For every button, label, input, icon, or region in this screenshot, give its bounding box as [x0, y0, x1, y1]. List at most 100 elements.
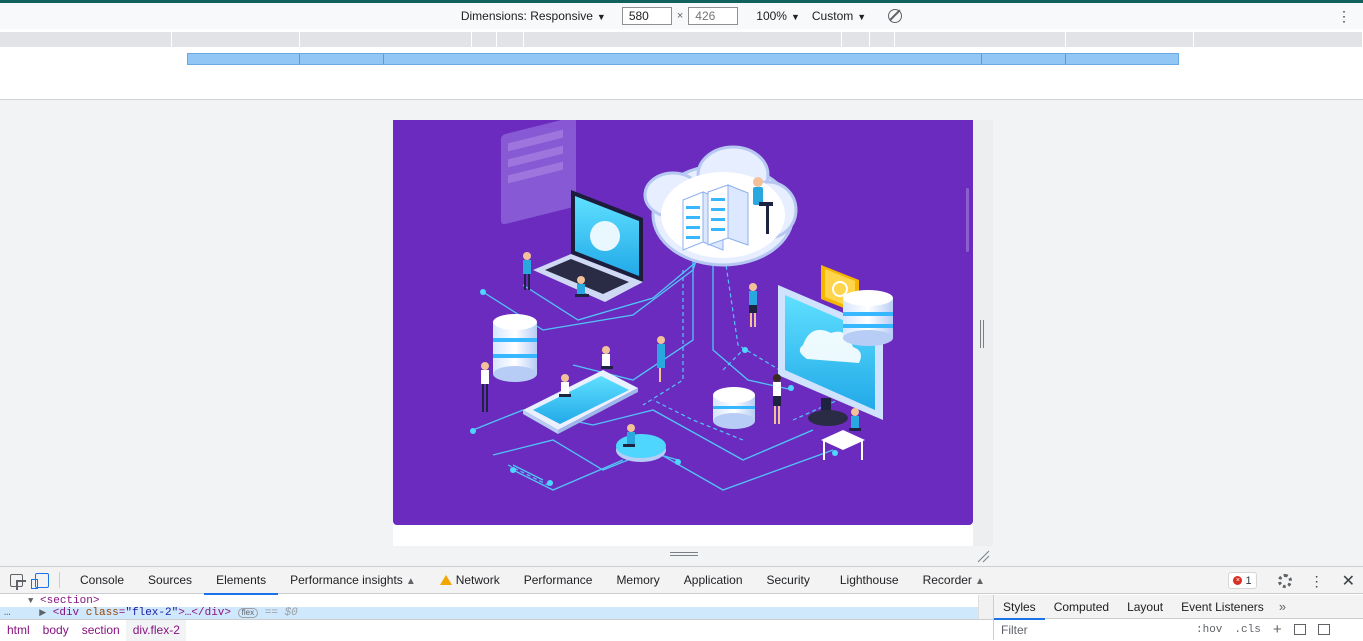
breadcrumb-body[interactable]: body [36, 620, 75, 641]
tab-layout[interactable]: Layout [1118, 595, 1172, 619]
collapse-triangle-icon[interactable]: ▶ [39, 608, 46, 618]
tab-label: Application [683, 572, 743, 587]
flask-icon: ▲ [974, 575, 985, 587]
tab-label: Lighthouse [839, 572, 899, 587]
settings-gear-icon[interactable] [1277, 573, 1292, 588]
devtools-actions: × 1 ⋮ ✕ [1228, 567, 1363, 594]
tab-elements[interactable]: Elements [204, 567, 279, 595]
media-query-segment[interactable] [842, 32, 870, 47]
tab-label: Elements [216, 572, 267, 587]
media-query-segment[interactable] [982, 54, 1066, 64]
inspect-element-icon[interactable] [10, 573, 26, 590]
hover-state-toggle[interactable]: :hov [1196, 624, 1222, 636]
devtools-panel: Console Sources Elements Performance ins… [0, 566, 1363, 641]
throttling-label: Custom [811, 9, 854, 23]
tab-computed[interactable]: Computed [1045, 595, 1118, 619]
breadcrumb-div-flex-2[interactable]: div.flex-2 [125, 619, 186, 641]
breadcrumb-html[interactable]: html [0, 620, 36, 641]
media-query-segment[interactable] [497, 32, 524, 47]
throttling-dropdown[interactable]: Custom ▼ [812, 9, 866, 23]
styles-sidebar: Styles Computed Layout Event Listeners »… [993, 595, 1363, 640]
more-options-icon[interactable]: ⋮ [1337, 9, 1351, 23]
warning-icon [439, 574, 452, 585]
media-query-segment[interactable] [524, 32, 842, 47]
error-icon: × [1233, 576, 1243, 585]
device-toolbar-toggle-icon[interactable] [31, 572, 49, 589]
rendering-emulation-icon[interactable] [1293, 624, 1306, 635]
chevron-down-icon: ▼ [857, 12, 867, 22]
customize-menu-icon[interactable]: ⋮ [1310, 574, 1324, 588]
tab-performance[interactable]: Performance [512, 567, 605, 594]
styles-filter-row: :hov .cls + [994, 619, 1363, 640]
class-toggle[interactable]: .cls [1234, 624, 1260, 636]
media-query-segment[interactable] [0, 32, 172, 47]
resize-handle-bottom[interactable] [670, 552, 698, 560]
media-query-segment[interactable] [870, 32, 895, 47]
device-frame [393, 120, 993, 546]
width-input[interactable] [621, 7, 672, 25]
tab-label: Memory [616, 572, 660, 587]
styles-filter-input[interactable] [994, 619, 1184, 640]
tab-security[interactable]: Security [755, 567, 822, 594]
media-query-segment[interactable] [472, 32, 497, 47]
node-menu-dots[interactable]: … [4, 607, 11, 619]
tab-sources[interactable]: Sources [136, 567, 204, 594]
tab-lighthouse[interactable]: Lighthouse [828, 567, 911, 594]
elements-tree: ▼ <section> … ▶ <div class="flex-2">…</d… [0, 595, 993, 641]
media-query-segment[interactable] [300, 54, 384, 64]
error-count-badge[interactable]: × 1 [1228, 572, 1257, 589]
dimensions-label: Dimensions: Responsive [460, 9, 593, 23]
device-toolbar: Dimensions: Responsive▼ × 100%▼ Custom▼ … [0, 3, 1363, 29]
tab-label: Security [766, 572, 810, 587]
rotate-icon[interactable] [888, 9, 903, 23]
tab-styles[interactable]: Styles [994, 595, 1045, 620]
tab-memory[interactable]: Memory [604, 567, 671, 594]
breadcrumb: html body section div.flex-2 [0, 619, 993, 641]
toggle-sidebar-icon[interactable] [1317, 624, 1330, 635]
dimensions-dropdown[interactable]: Dimensions: Responsive ▼ [461, 9, 606, 23]
media-query-segment[interactable] [188, 54, 300, 64]
error-count: 1 [1245, 574, 1252, 587]
flask-icon: ▲ [405, 575, 416, 587]
tab-label: Performance [523, 572, 593, 587]
sidebar-tabs: Styles Computed Layout Event Listeners » [994, 595, 1363, 620]
media-query-bar-min-max[interactable] [187, 53, 1179, 65]
dom-tag-close: >…</div> [178, 607, 232, 619]
tab-label: Recorder [922, 572, 972, 587]
tab-network[interactable]: Network [428, 567, 512, 594]
media-query-bar-max[interactable] [0, 32, 1363, 47]
tab-label: Network [455, 572, 500, 587]
dom-node-selected[interactable]: … ▶ <div class="flex-2">…</div> flex == … [0, 607, 978, 619]
new-style-rule-icon[interactable]: + [1273, 621, 1282, 638]
page-scrollbar-thumb[interactable] [966, 188, 969, 252]
expand-triangle-icon[interactable]: ▼ [28, 596, 33, 606]
height-input[interactable] [688, 7, 739, 25]
flex-badge[interactable]: flex [237, 608, 259, 618]
tab-application[interactable]: Application [672, 567, 755, 594]
zoom-dropdown[interactable]: 100% ▼ [756, 9, 800, 23]
dom-node-section[interactable]: ▼ <section> [0, 595, 978, 607]
breadcrumb-section[interactable]: section [75, 620, 126, 641]
media-query-segment[interactable] [895, 32, 1066, 47]
chevron-down-icon: ▼ [596, 12, 606, 22]
times-separator: × [676, 10, 684, 22]
media-query-segment[interactable] [1194, 32, 1363, 47]
elements-scrollbar[interactable] [978, 595, 993, 619]
tab-recorder[interactable]: Recorder ▲ [911, 567, 997, 594]
media-query-segment[interactable] [172, 32, 300, 47]
tab-performance-insights[interactable]: Performance insights ▲ [278, 567, 428, 594]
close-devtools-icon[interactable]: ✕ [1342, 571, 1355, 591]
tab-event-listeners[interactable]: Event Listeners [1172, 595, 1273, 619]
dom-attr-name: class [85, 607, 119, 619]
resize-handle-right[interactable] [980, 320, 986, 348]
media-query-segment[interactable] [1066, 32, 1194, 47]
more-tabs-icon[interactable]: » [1273, 599, 1292, 614]
devtools-tabbar: Console Sources Elements Performance ins… [0, 567, 1363, 595]
hero-image [393, 120, 973, 525]
tab-label: Sources [148, 572, 193, 587]
cloud-network-illustration [470, 120, 893, 491]
media-query-segment[interactable] [384, 54, 982, 64]
tab-console[interactable]: Console [68, 567, 136, 594]
media-query-segment[interactable] [300, 32, 472, 47]
resize-handle-corner[interactable] [976, 549, 990, 563]
